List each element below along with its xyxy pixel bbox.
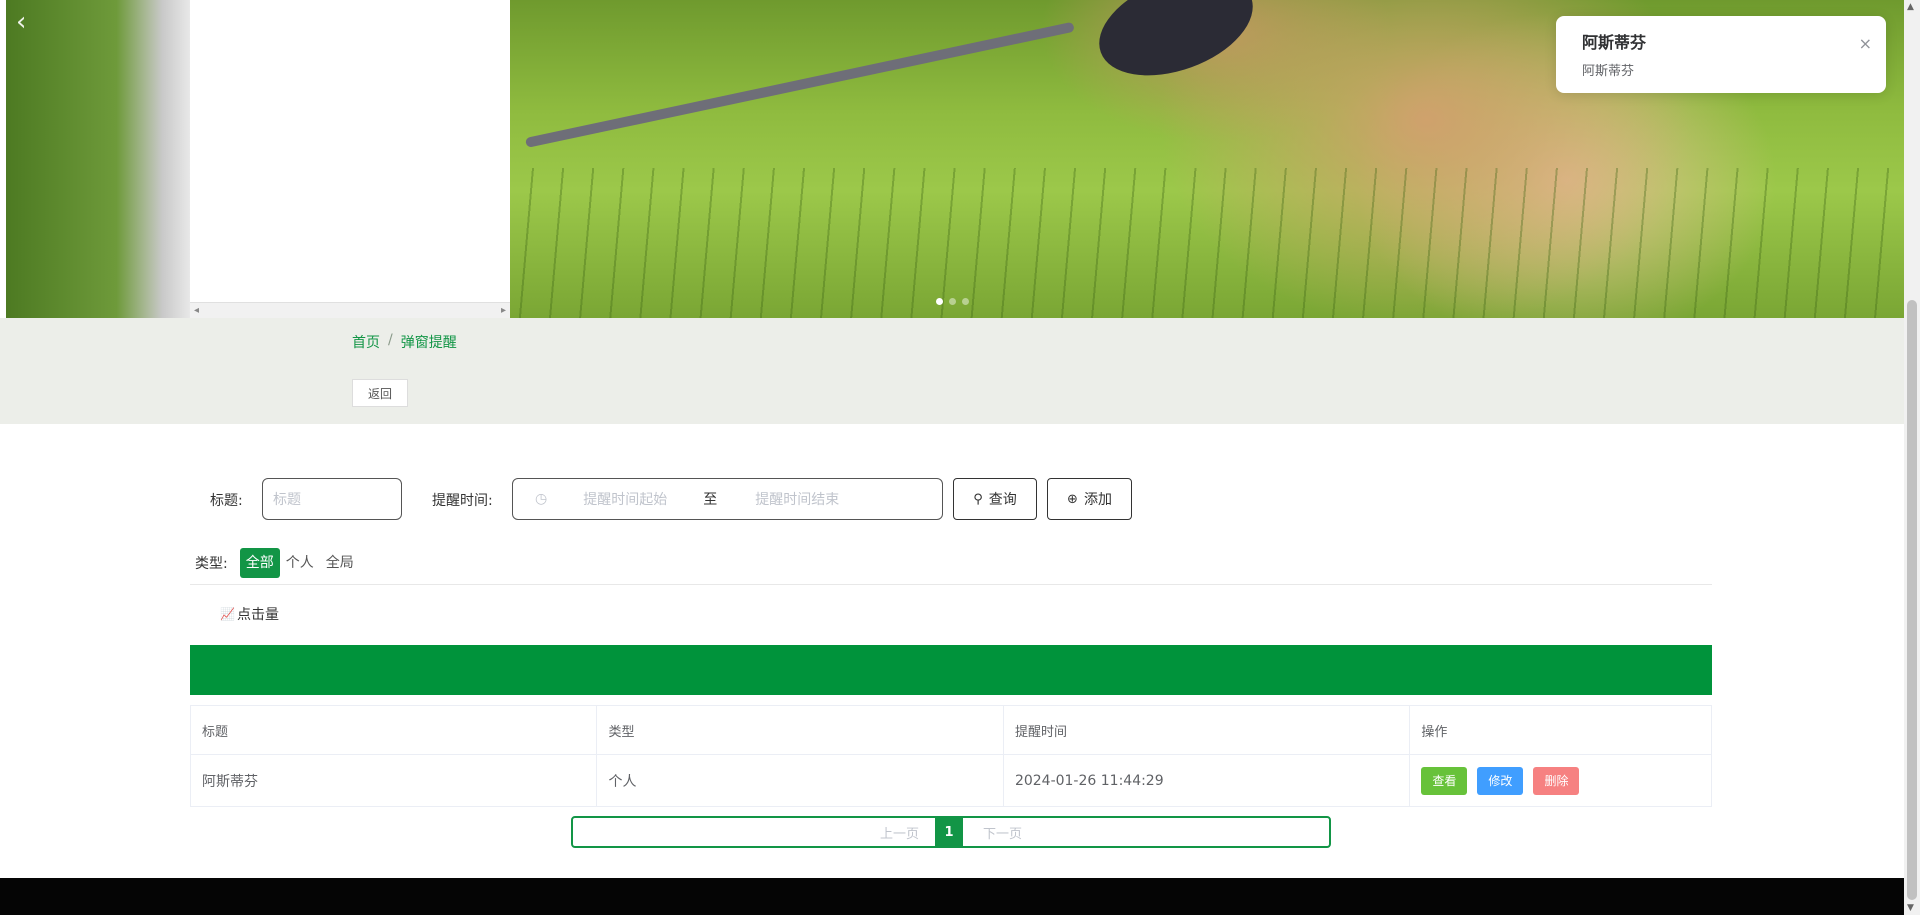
next-page-button[interactable]: 下一页 [983, 823, 1022, 842]
carousel-left-edge [6, 0, 190, 318]
vertical-scrollbar[interactable]: ▲ ▼ [1904, 0, 1920, 915]
column-header-time: 提醒时间 [1004, 706, 1411, 754]
type-option-global[interactable]: 全局 [320, 548, 360, 578]
edit-button[interactable]: 修改 [1477, 766, 1524, 795]
horizontal-scrollbar[interactable]: ◂ ▸ [190, 302, 510, 318]
query-button-label: 查询 [988, 492, 1017, 508]
breadcrumb-separator: / [388, 332, 393, 348]
footer [0, 878, 1904, 915]
chevron-left-icon[interactable]: ‹ [16, 8, 40, 36]
delete-button[interactable]: 删除 [1533, 766, 1580, 795]
page: ‹ ◂ ▸ 阿斯蒂芬 阿斯蒂芬 × 首页 / 弹窗提醒 返回 标题: 标题 提醒… [0, 0, 1904, 915]
cell-type: 个人 [597, 755, 1004, 806]
column-header-actions: 操作 [1421, 724, 1448, 740]
stats-link[interactable]: 📈 点击量 [220, 604, 279, 624]
scroll-up-icon[interactable]: ▲ [1907, 2, 1914, 12]
time-range-picker[interactable]: ◷ 提醒时间起始 至 提醒时间结束 [512, 478, 943, 520]
search-icon: ⚲ [973, 491, 983, 507]
close-icon[interactable]: × [1859, 34, 1872, 53]
breadcrumb-band: 首页 / 弹窗提醒 返回 [0, 318, 1904, 424]
scroll-down-icon[interactable]: ▼ [1907, 903, 1914, 913]
title-input-placeholder: 标题 [273, 492, 301, 508]
carousel-indicators [936, 298, 969, 305]
stats-label: 点击量 [236, 607, 279, 623]
column-header-type: 类型 [597, 706, 1004, 754]
pagination: 上一页 1 下一页 [571, 816, 1331, 848]
type-label: 类型: [195, 556, 228, 572]
time-label: 提醒时间: [432, 493, 493, 509]
data-table: 标题 类型 提醒时间 操作 阿斯蒂芬 个人 2024-01-26 11:44:2… [190, 705, 1712, 807]
table-header-row: 标题 类型 提醒时间 操作 [191, 706, 1711, 755]
cell-actions: 查看 修改 删除 [1410, 755, 1711, 806]
notification-message: 阿斯蒂芬 [1582, 64, 1635, 79]
view-button[interactable]: 查看 [1421, 766, 1468, 795]
breadcrumb-current: 弹窗提醒 [400, 335, 457, 351]
carousel-dot[interactable] [962, 298, 969, 305]
back-button[interactable]: 返回 [352, 379, 408, 407]
side-panel: ◂ ▸ [190, 0, 510, 318]
green-banner [190, 645, 1712, 695]
plus-circle-icon: ⊕ [1067, 491, 1078, 507]
carousel-dot[interactable] [949, 298, 956, 305]
scrollbar-thumb[interactable] [1907, 300, 1917, 900]
cell-time: 2024-01-26 11:44:29 [1004, 755, 1411, 806]
title-input[interactable]: 标题 [262, 478, 402, 520]
time-start-placeholder[interactable]: 提醒时间起始 [583, 489, 667, 509]
cell-title: 阿斯蒂芬 [191, 755, 598, 806]
notification-popup: 阿斯蒂芬 阿斯蒂芬 × [1556, 16, 1886, 93]
time-range-separator: 至 [703, 492, 718, 508]
carousel-dot[interactable] [936, 298, 943, 305]
type-option-personal[interactable]: 个人 [280, 548, 320, 578]
search-form: 标题: 标题 提醒时间: ◷ 提醒时间起始 至 提醒时间结束 ⚲ 查询 ⊕ 添加 [0, 478, 1904, 520]
scroll-right-icon[interactable]: ▸ [501, 305, 506, 316]
time-end-placeholder[interactable]: 提醒时间结束 [755, 489, 839, 509]
clock-icon: ◷ [535, 491, 548, 507]
column-header-title: 标题 [191, 706, 598, 754]
type-option-all[interactable]: 全部 [239, 548, 280, 578]
table-row: 阿斯蒂芬 个人 2024-01-26 11:44:29 查看 修改 删除 [191, 755, 1711, 806]
page-number[interactable]: 1 [935, 818, 963, 846]
chart-icon: 📈 [220, 607, 235, 621]
breadcrumb-home[interactable]: 首页 [352, 332, 380, 352]
prev-page-button[interactable]: 上一页 [880, 823, 919, 842]
add-button[interactable]: ⊕ 添加 [1047, 478, 1132, 520]
type-filter: 类型: 全部 个人 全局 [195, 548, 360, 578]
scroll-left-icon[interactable]: ◂ [194, 305, 199, 316]
divider [190, 584, 1712, 585]
query-button[interactable]: ⚲ 查询 [953, 478, 1037, 520]
notification-title: 阿斯蒂芬 [1582, 33, 1647, 52]
add-button-label: 添加 [1083, 492, 1112, 508]
breadcrumb: 首页 / 弹窗提醒 [352, 332, 457, 352]
title-label: 标题: [210, 493, 243, 509]
